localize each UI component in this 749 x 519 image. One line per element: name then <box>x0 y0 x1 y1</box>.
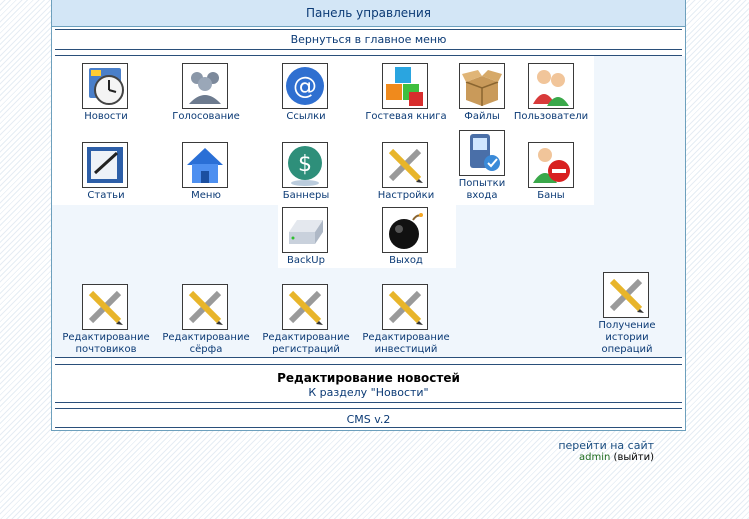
divider <box>55 364 682 365</box>
pencil-tools-icon <box>382 142 428 188</box>
user-status: admin (выйти) <box>579 452 654 463</box>
module-news[interactable]: Новости <box>56 61 156 123</box>
module-label: BackUp <box>287 255 325 266</box>
version-label: CMS v.2 <box>346 413 391 426</box>
goto-site-link[interactable]: перейти на сайт <box>558 439 654 452</box>
drive-icon <box>282 207 328 253</box>
module-links[interactable]: @ Ссылки <box>256 61 356 123</box>
module-articles[interactable]: Статьи <box>56 140 156 202</box>
divider <box>55 408 682 409</box>
module-edit-investments[interactable]: Редактирование инвестиций <box>356 282 456 358</box>
pencil-tools-icon <box>182 284 228 330</box>
module-label: Файлы <box>464 111 500 122</box>
pencil-tools-icon <box>603 272 649 318</box>
svg-text:@: @ <box>293 72 317 100</box>
module-label: Редактирование регистраций <box>262 332 350 355</box>
divider <box>55 49 682 50</box>
module-users[interactable]: Пользователи <box>508 61 594 123</box>
module-label: Настройки <box>377 190 435 201</box>
module-label: Попытки входа <box>458 178 506 201</box>
divider <box>55 357 682 358</box>
svg-text:$: $ <box>298 152 312 177</box>
colored-cubes-icon <box>382 63 428 109</box>
module-label: Баннеры <box>282 190 330 201</box>
module-menu[interactable]: Меню <box>156 140 256 202</box>
module-label: Редактирование инвестиций <box>362 332 450 355</box>
module-backup[interactable]: BackUp <box>256 205 356 267</box>
module-label: Пользователи <box>513 111 589 122</box>
two-users-icon <box>528 63 574 109</box>
module-label: Редактирование сёрфа <box>162 332 250 355</box>
divider <box>55 427 682 428</box>
module-logout[interactable]: Выход <box>356 205 456 267</box>
document-pen-icon <box>82 142 128 188</box>
module-guestbook[interactable]: Гостевая книга <box>356 61 456 123</box>
username: admin <box>579 452 611 463</box>
control-panel: Панель управления Вернуться в главное ме… <box>51 0 686 431</box>
module-label: Ссылки <box>286 111 326 122</box>
grid-background-lower <box>456 205 685 268</box>
at-sign-icon: @ <box>282 63 328 109</box>
user-ban-icon <box>528 142 574 188</box>
dollar-icon: $ <box>282 142 328 188</box>
module-label: Новости <box>84 111 128 122</box>
module-label: Голосование <box>172 111 240 122</box>
divider <box>55 55 682 56</box>
pencil-tools-icon <box>382 284 428 330</box>
grid-background-left <box>52 205 278 268</box>
clock-calendar-icon <box>82 63 128 109</box>
module-edit-registrations[interactable]: Редактирование регистраций <box>256 282 356 358</box>
house-icon <box>182 142 228 188</box>
module-label: Получение истории операций <box>598 320 656 355</box>
module-label: Статьи <box>87 190 125 201</box>
module-voting[interactable]: Голосование <box>156 61 256 123</box>
module-files[interactable]: Файлы <box>456 61 508 123</box>
back-to-main-link[interactable]: Вернуться в главное меню <box>52 33 685 46</box>
module-label: Меню <box>191 190 221 201</box>
module-edit-surf[interactable]: Редактирование сёрфа <box>156 282 256 358</box>
module-banners[interactable]: $ Баннеры <box>256 140 356 202</box>
module-settings[interactable]: Настройки <box>356 140 456 202</box>
module-login-attempts[interactable]: Попытки входа <box>456 128 508 204</box>
divider <box>55 402 682 403</box>
module-bans[interactable]: Баны <box>508 140 594 202</box>
pencil-tools-icon <box>282 284 328 330</box>
pencil-tools-icon <box>82 284 128 330</box>
module-label: Редактирование почтовиков <box>62 332 150 355</box>
bomb-icon <box>382 207 428 253</box>
section-link[interactable]: К разделу "Новости" <box>52 386 685 399</box>
mobile-phone-icon <box>459 130 505 176</box>
module-edit-mailers[interactable]: Редактирование почтовиков <box>56 282 156 358</box>
open-box-icon <box>459 63 505 109</box>
users-group-icon <box>182 63 228 109</box>
module-operations-history[interactable]: Получение истории операций <box>592 270 662 358</box>
module-label: Выход <box>389 255 423 266</box>
divider <box>55 29 682 30</box>
section-title: Редактирование новостей <box>277 371 460 385</box>
page-title: Панель управления <box>52 0 685 27</box>
module-label: Гостевая книга <box>365 111 447 122</box>
logout-link[interactable]: выйти <box>617 452 650 463</box>
module-label: Баны <box>537 190 565 201</box>
